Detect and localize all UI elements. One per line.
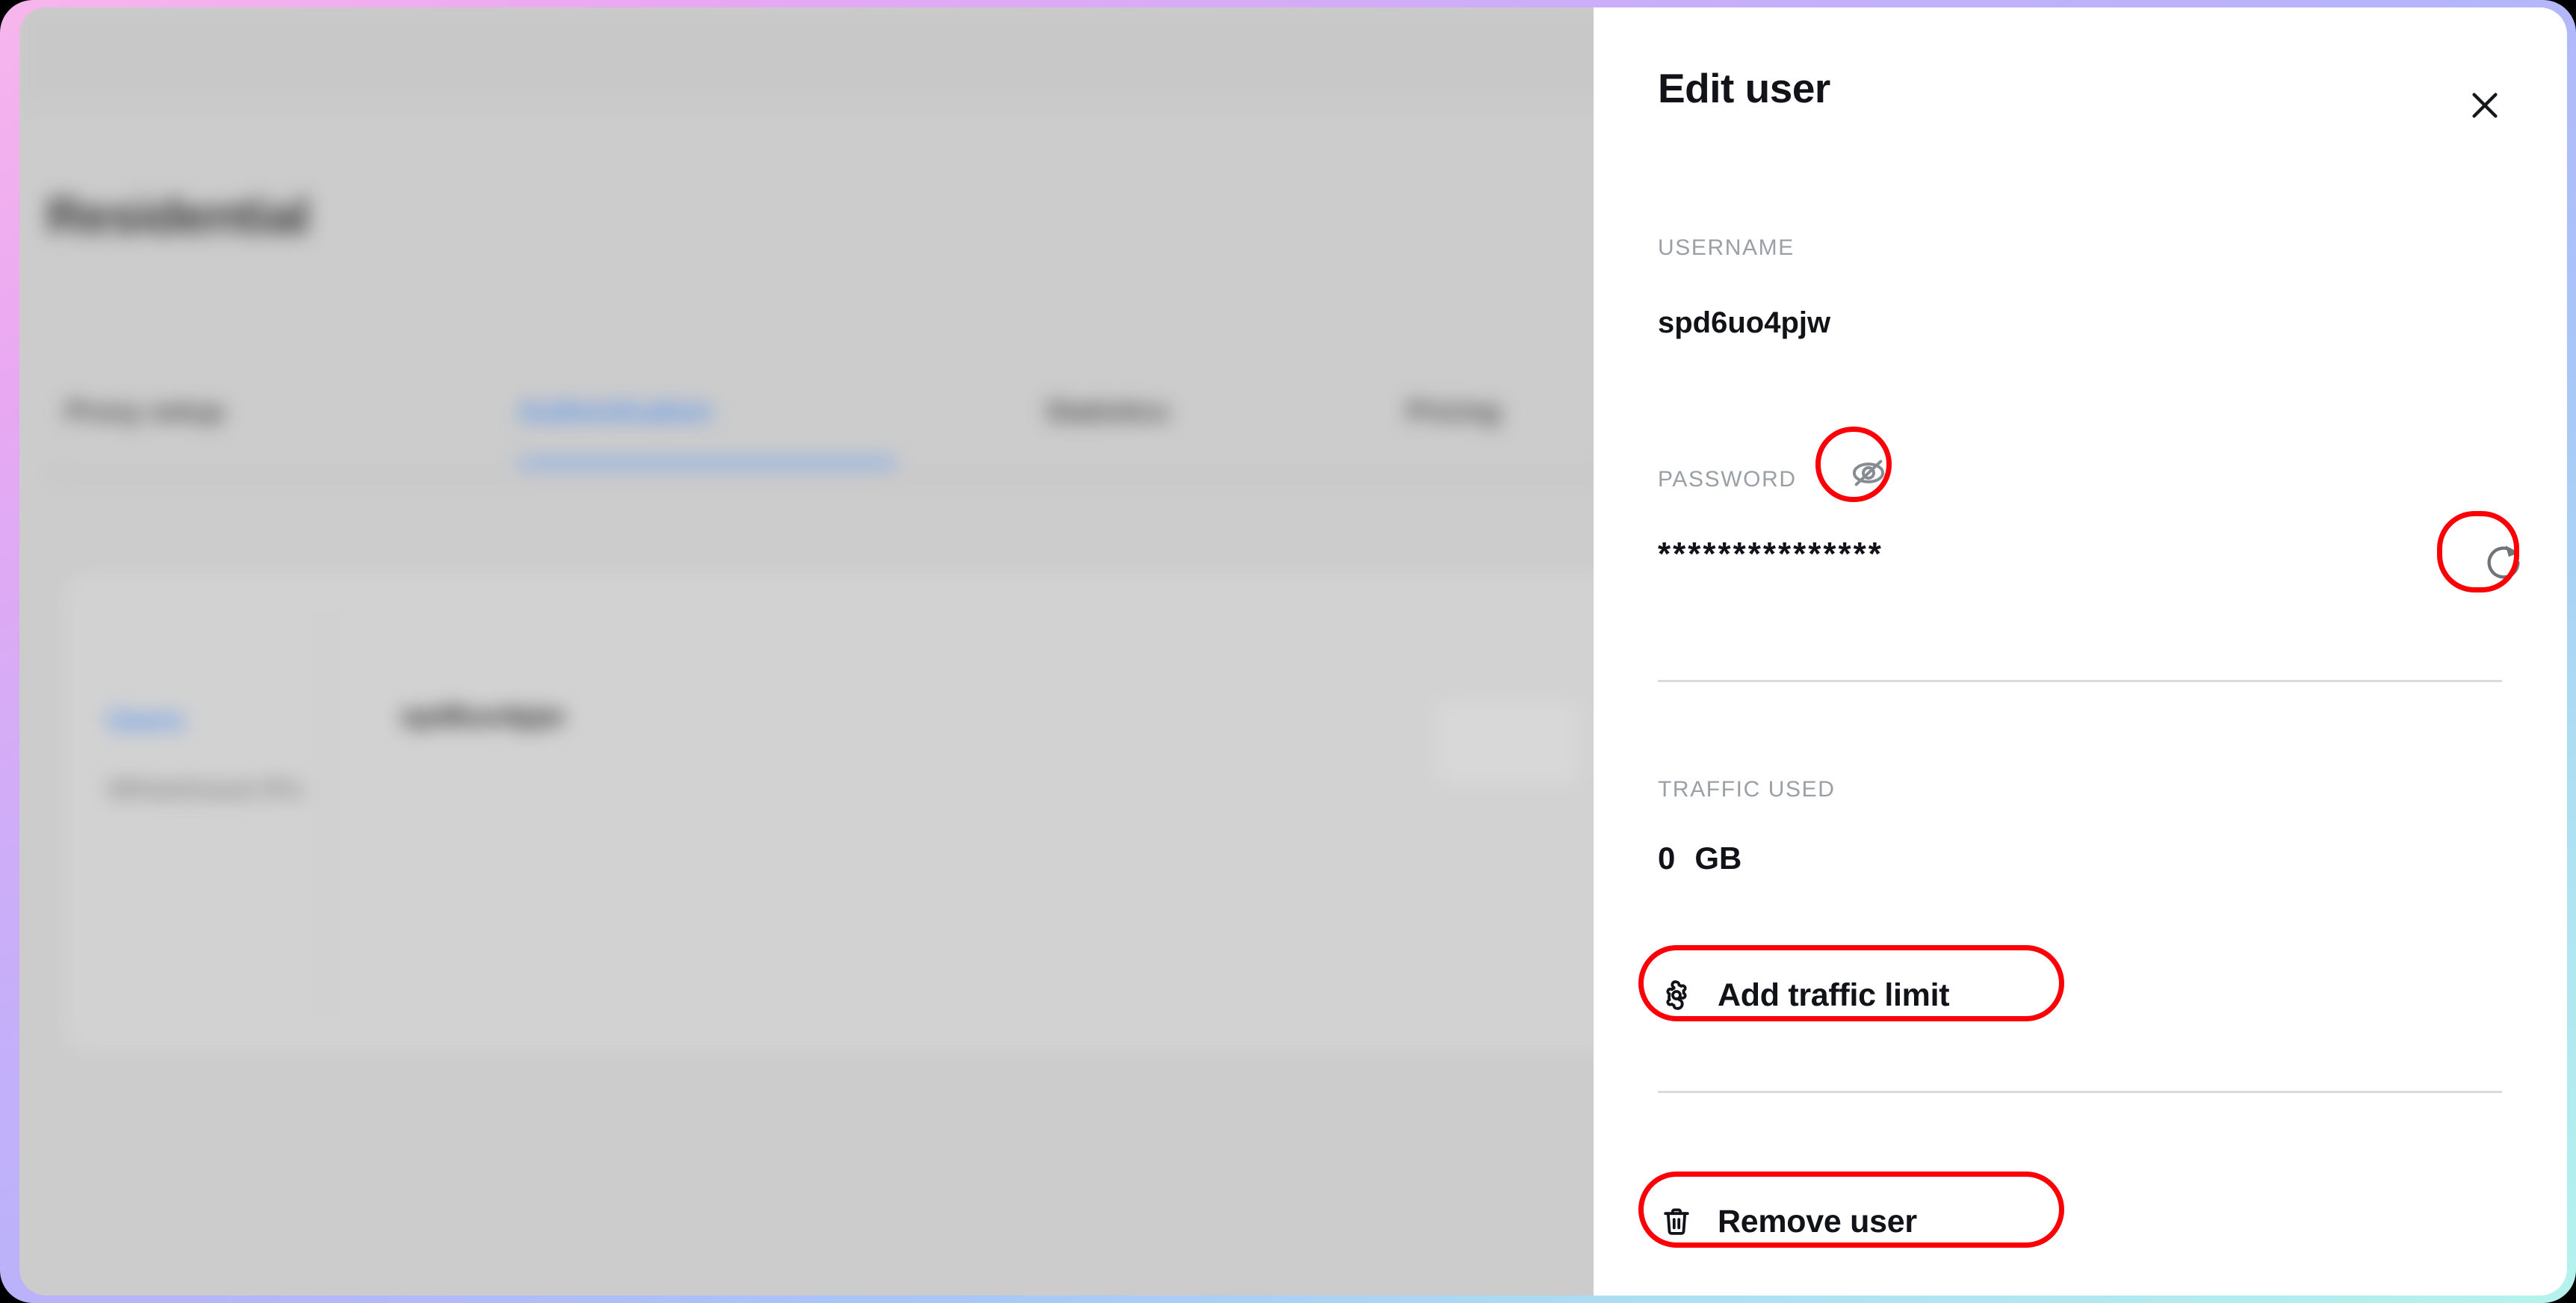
username-value: spd6uo4pjw	[1658, 306, 1831, 339]
password-value: ***************	[1658, 536, 1883, 572]
active-tab-underline	[518, 459, 896, 466]
tab-pricing[interactable]: Pricing	[1407, 396, 1500, 427]
gear-icon	[1658, 977, 1695, 1014]
blurred-background-app: Residential Proxy setup Authentication S…	[19, 7, 1648, 1296]
close-icon[interactable]	[2462, 82, 2508, 129]
tab-statistics[interactable]: Statistics	[1046, 396, 1169, 427]
page-surface: Residential Proxy setup Authentication S…	[19, 7, 2567, 1296]
refresh-icon[interactable]	[2477, 536, 2530, 589]
card-vertical-divider	[324, 611, 326, 1015]
background-topbar	[19, 7, 1648, 106]
traffic-used-value-row: 0 GB	[1658, 841, 1741, 876]
section-divider	[1658, 1091, 2502, 1093]
panel-title: Edit user	[1658, 65, 1830, 111]
remove-user-button[interactable]: Remove user	[1658, 1203, 1917, 1240]
user-list-row[interactable]: spd6uo4pjw	[400, 701, 565, 733]
password-label: PASSWORD	[1658, 467, 1797, 492]
sidebar-item-whitelisted-ips[interactable]: Whitelisted IPs	[108, 774, 304, 805]
tab-authentication[interactable]: Authentication	[518, 396, 712, 427]
traffic-used-label: TRAFFIC USED	[1658, 777, 1836, 802]
edit-user-panel: Edit user USERNAME spd6uo4pjw PASSWORD *…	[1594, 7, 2567, 1296]
sidebar-item-users[interactable]: Users	[108, 705, 185, 736]
authentication-card: Users Whitelisted IPs spd6uo4pjw	[64, 574, 1622, 1052]
tab-proxy-setup[interactable]: Proxy setup	[66, 396, 224, 427]
row-action-chip[interactable]	[1437, 701, 1579, 783]
trash-icon	[1658, 1203, 1695, 1240]
add-traffic-limit-button[interactable]: Add traffic limit	[1658, 977, 1950, 1014]
panel-header: Edit user	[1594, 7, 2567, 157]
background-tab-bar: Proxy setup Authentication Statistics Pr…	[49, 396, 1611, 480]
traffic-used-amount: 0	[1658, 841, 1676, 876]
traffic-used-unit: GB	[1694, 841, 1742, 876]
tab-bar-rule	[49, 474, 1611, 477]
page-title: Residential	[46, 188, 310, 244]
section-divider	[1658, 680, 2502, 682]
add-traffic-limit-label: Add traffic limit	[1718, 977, 1950, 1013]
username-label: USERNAME	[1658, 235, 1795, 260]
eye-off-icon[interactable]	[1839, 447, 1898, 499]
remove-user-label: Remove user	[1718, 1203, 1917, 1239]
app-window-frame: Residential Proxy setup Authentication S…	[0, 0, 2576, 1303]
